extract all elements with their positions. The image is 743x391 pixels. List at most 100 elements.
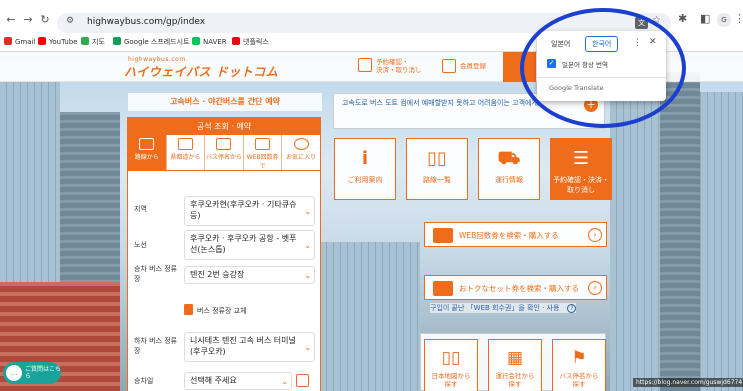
bookmark-maps[interactable]: 지도	[81, 37, 105, 47]
tab-prefecture[interactable]: 県都道から	[167, 135, 206, 170]
search-panel: 공석 조회 · 예약 路線から 県都道から バス停名から WEB回数券で お気に…	[127, 117, 321, 391]
youtube-icon	[38, 37, 46, 45]
arrow-right-icon: ›	[588, 281, 602, 295]
info-icon: i	[361, 148, 369, 169]
translate-popup: 일본어 한국어 ⋮ ✕ ✓ 일본어 항상 번역 Google Translate	[537, 31, 666, 101]
line-label: 노선	[134, 241, 147, 249]
tab-bus-stop[interactable]: バス停名から	[205, 135, 244, 170]
lang-target-tab[interactable]: 한국어	[585, 36, 619, 52]
chevron-down-icon: ⌄	[304, 343, 311, 352]
date-select[interactable]: 선택해 주세요 ⌄	[184, 372, 292, 390]
tile-japan-map[interactable]: ▯▯ 日本地図から 探す	[424, 339, 478, 391]
web-ticket-note[interactable]: 구입이 끝난 「WEB 회수권」을 확인 · 사용?	[430, 303, 577, 313]
swap-icon	[184, 304, 193, 315]
chevron-down-icon: ⌄	[304, 241, 311, 250]
alighting-label: 하차 버스 정류장	[134, 337, 178, 355]
tab-route[interactable]: 路線から	[128, 135, 167, 170]
line-select[interactable]: 후쿠오카 · 후쿠오카 공항 - 벳푸선(논스톱) ⌄	[184, 230, 315, 260]
tile-guide[interactable]: i ご利用案内	[334, 138, 396, 200]
nav-member-link[interactable]: 会員登録	[442, 59, 486, 73]
chat-icon: …	[6, 365, 22, 381]
tile-operation[interactable]: ⛟ 運行情報	[478, 138, 540, 200]
reload-icon[interactable]: ↻	[37, 12, 53, 28]
tile-reservation[interactable]: ☰ 予約確認・決済・ 取り消し	[550, 138, 612, 200]
ticket-icon	[255, 138, 271, 150]
stop-icon	[216, 138, 232, 150]
menu-kebab-icon[interactable]: ⋮	[734, 12, 743, 25]
ticket-icon	[433, 281, 453, 296]
netflix-icon	[232, 37, 240, 45]
gmail-icon	[4, 37, 12, 45]
bg-building	[320, 242, 420, 391]
map-icon: ▯▯	[427, 148, 447, 169]
site-info-icon[interactable]: ⚙	[66, 16, 74, 26]
url-text: highwaybus.com/gp/index	[87, 17, 206, 27]
building-icon: ▦	[506, 348, 524, 368]
boarding-select[interactable]: 텐진 2번 승강장 ⌄	[184, 266, 315, 284]
bookmark-youtube[interactable]: YouTube	[38, 37, 77, 46]
calendar-icon[interactable]	[296, 374, 309, 387]
chevron-down-icon: ⌄	[304, 207, 311, 216]
bookmark-sheets[interactable]: Google 스프레드시트	[113, 37, 190, 47]
always-translate-checkbox[interactable]: ✓	[547, 59, 556, 68]
site-logo[interactable]: ハイウェイバス ドットコム	[124, 63, 278, 80]
watermark: https://blog.naver.com/guswjd6774	[633, 378, 743, 387]
divider	[537, 77, 666, 78]
extensions-icon[interactable]: ✱	[678, 12, 687, 25]
set-ticket-link[interactable]: おトクなセット券を検索・購入する ›	[424, 275, 607, 300]
panel-title: 공석 조회 · 예약	[128, 118, 320, 135]
chevron-down-icon: ⌄	[281, 377, 288, 386]
tile-routes[interactable]: ▯▯ 路線一覧	[406, 138, 468, 200]
bookmark-netflix[interactable]: 넷플릭스	[232, 37, 269, 47]
bookmark-star-icon[interactable]: ☆	[652, 15, 661, 26]
banner: 고속버스 · 야간버스를 간단 예약	[128, 93, 322, 111]
lang-source-tab[interactable]: 일본어	[551, 39, 570, 49]
sheets-icon	[113, 37, 121, 45]
list-icon	[358, 58, 372, 72]
list-icon: ☰	[572, 148, 590, 169]
bookmark-gmail[interactable]: Gmail	[4, 37, 35, 46]
close-icon[interactable]: ✕	[649, 37, 657, 47]
web-page: highwaybus.com ハイウェイバス ドットコム 予約確認・ 決済・取り…	[0, 52, 743, 391]
bus-stop-icon: ⚑	[571, 348, 587, 368]
google-translate-footer: Google Translate	[549, 84, 604, 92]
help-icon[interactable]: ?	[567, 304, 577, 313]
nav-reservation-link[interactable]: 予約確認・ 決済・取り消し	[358, 58, 422, 74]
web-ticket-link[interactable]: WEB回数券を検索・購入する ›	[424, 222, 607, 247]
date-label: 승차일	[134, 377, 154, 385]
always-translate-label: 일본어 항상 번역	[562, 61, 608, 69]
boarding-label: 승차 버스 정류장	[134, 265, 178, 283]
map-icon: ▯▯	[441, 348, 461, 368]
bus-icon: ⛟	[497, 148, 521, 169]
tab-favorites[interactable]: お気に入り	[282, 135, 320, 170]
heart-icon	[293, 138, 309, 150]
logo-domain: highwaybus.com	[128, 56, 186, 63]
swap-stops-button[interactable]: 버스 정류장 교체	[184, 304, 247, 316]
ticket-icon	[433, 228, 453, 243]
translate-options-icon[interactable]: ⋮	[633, 38, 642, 48]
chat-button[interactable]: … ご質問はこちら	[3, 362, 61, 384]
profile-avatar[interactable]: G	[717, 13, 731, 27]
region-select[interactable]: 후쿠오카현(후쿠오카 · 기타큐슈 등) ⌄	[184, 196, 315, 226]
address-bar[interactable]: ⚙ highwaybus.com/gp/index 文 ☆	[57, 13, 671, 33]
bus-icon	[177, 138, 193, 150]
tile-bus-stop-name[interactable]: ⚑ バス停名から 探す	[552, 339, 606, 391]
naver-icon	[192, 37, 200, 45]
member-icon	[442, 59, 456, 73]
search-tabs: 路線から 県都道から バス停名から WEB回数券で お気に入り	[128, 135, 320, 171]
maps-icon	[81, 37, 89, 45]
alighting-select[interactable]: 니시테츠 텐진 고속 버스 터미널(후쿠오카) ⌄	[184, 332, 315, 362]
arrow-right-icon: ›	[588, 228, 602, 242]
bookmark-naver[interactable]: NAVER	[192, 37, 227, 46]
tile-operator[interactable]: ▦ 運行会社から 探す	[488, 339, 542, 391]
chevron-down-icon: ⌄	[304, 271, 311, 280]
forward-icon[interactable]: →	[20, 12, 36, 28]
map-icon	[139, 138, 155, 150]
translate-icon[interactable]: 文	[635, 17, 648, 29]
region-label: 지역	[134, 205, 147, 213]
header-orange-button[interactable]	[503, 52, 536, 82]
tab-web-ticket[interactable]: WEB回数券で	[244, 135, 283, 170]
side-panel-icon[interactable]: ◧	[700, 12, 710, 25]
back-icon[interactable]: ←	[3, 12, 19, 28]
bg-building	[660, 72, 700, 391]
